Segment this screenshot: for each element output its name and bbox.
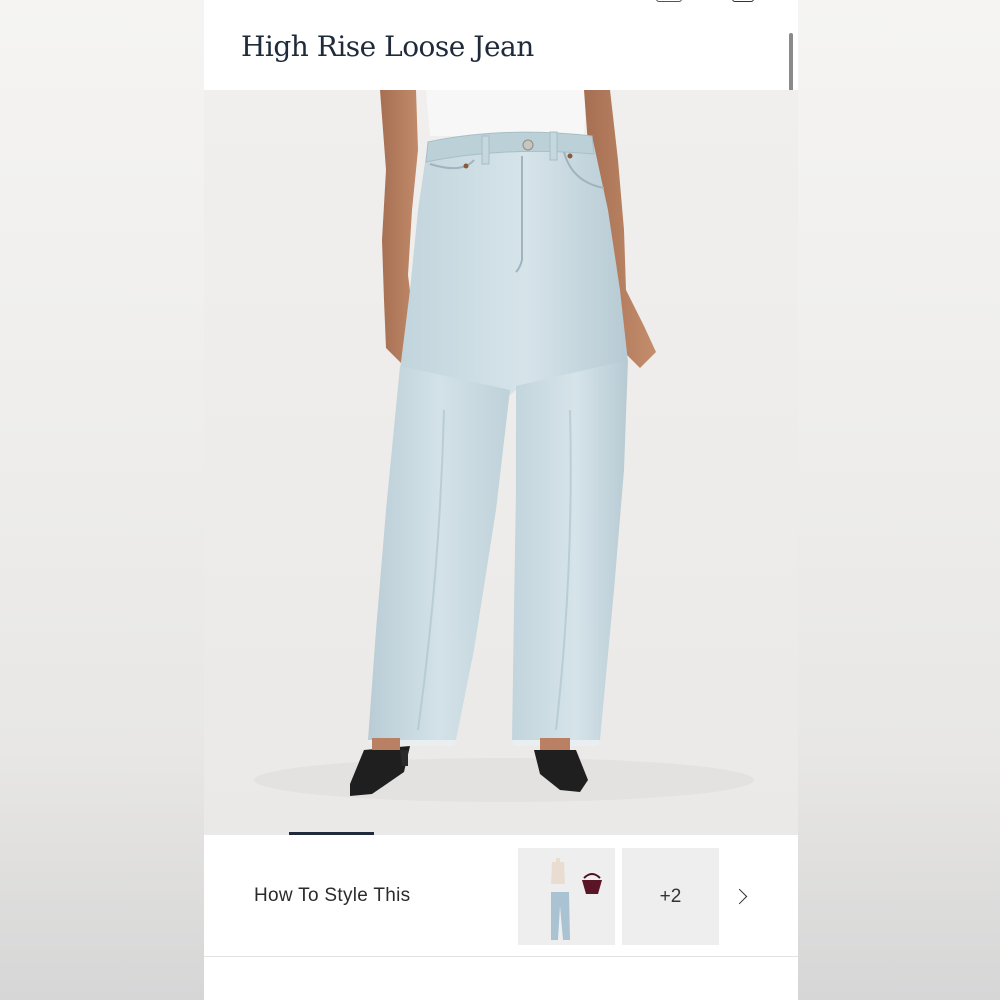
more-outfits-thumbnail[interactable]: +2 (622, 848, 719, 945)
white-top (426, 90, 586, 136)
chevron-right-icon[interactable] (731, 888, 748, 905)
floor-shadow (254, 758, 754, 802)
rivet-right (567, 153, 573, 159)
top-toolbar (204, 0, 798, 8)
how-to-style-row[interactable]: How To Style This +2 (204, 835, 798, 956)
belt-loop-left (481, 135, 490, 165)
product-title: High Rise Loose Jean (241, 30, 534, 63)
outfit-top (551, 862, 565, 884)
next-section (204, 957, 798, 1000)
outfit-image (551, 858, 602, 940)
jeans-photo (254, 90, 754, 802)
outfit-bag-strap (583, 873, 601, 879)
belt-loop-right (549, 131, 558, 161)
outfit-bag (582, 880, 602, 894)
background-left (0, 0, 204, 1000)
bag-icon[interactable] (732, 0, 754, 2)
account-icon[interactable] (656, 0, 682, 2)
rivet-left (463, 163, 469, 169)
how-to-style-label: How To Style This (254, 885, 411, 906)
product-image[interactable] (204, 90, 798, 832)
outfit-thumbnail[interactable] (518, 848, 615, 945)
left-leg (368, 366, 510, 740)
title-bar: High Rise Loose Jean (204, 10, 798, 90)
jeans-button (522, 139, 534, 151)
more-outfits-count: +2 (659, 885, 682, 907)
background-right (798, 0, 1000, 1000)
jeans-waist (400, 132, 628, 400)
left-ankle (372, 738, 400, 750)
right-ankle (540, 738, 570, 750)
phone-screen: High Rise Loose Jean How To Style This +… (204, 0, 798, 1000)
outfit-jeans (551, 892, 570, 940)
